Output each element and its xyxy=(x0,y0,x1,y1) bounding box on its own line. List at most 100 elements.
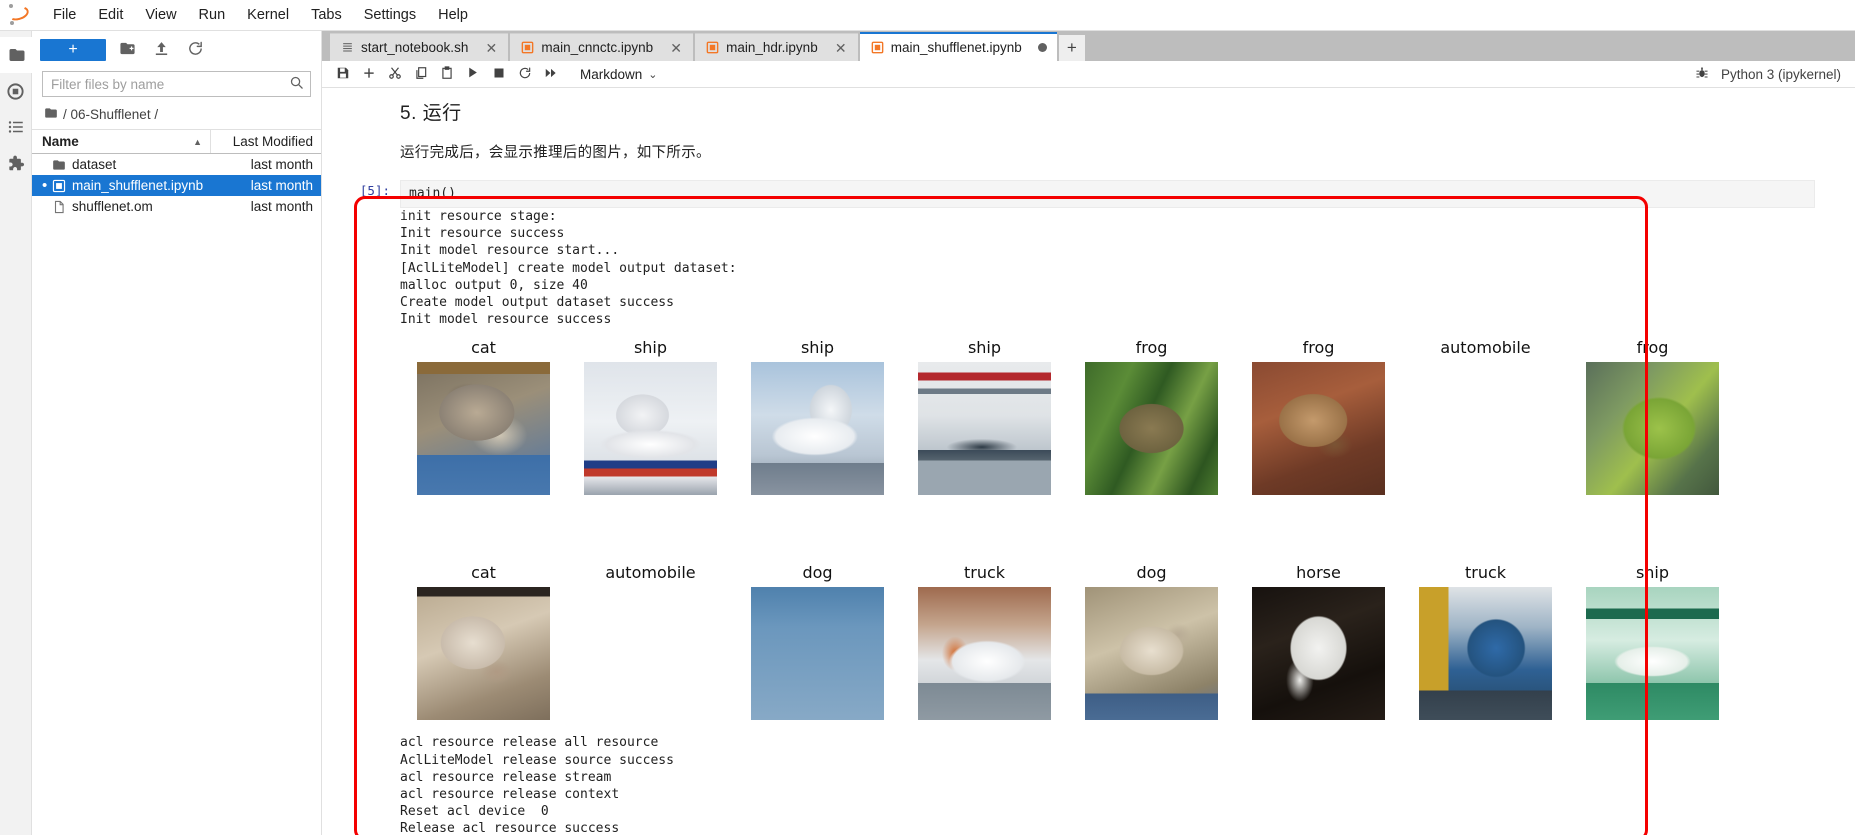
dirty-indicator: • xyxy=(42,176,48,194)
sidebar-item-table-of-contents[interactable] xyxy=(0,109,32,145)
sidebar-item-file-browser[interactable] xyxy=(0,37,32,73)
upload-icon xyxy=(153,40,170,60)
menu-settings[interactable]: Settings xyxy=(353,2,427,28)
image-label: dog xyxy=(802,563,833,583)
stdout-text-tail: acl resource release all resource AclLit… xyxy=(400,735,674,835)
menu-kernel[interactable]: Kernel xyxy=(236,2,300,28)
cell-type-value: Markdown xyxy=(580,66,643,82)
menu-help[interactable]: Help xyxy=(427,2,479,28)
thumbnail-image xyxy=(1586,587,1719,721)
file-list: dataset last month • main_shufflenet.ipy… xyxy=(32,154,321,835)
image-label: dog xyxy=(1136,563,1167,583)
upload-files-button[interactable] xyxy=(148,38,174,62)
interrupt-kernel-button[interactable] xyxy=(486,62,511,86)
menu-view[interactable]: View xyxy=(134,2,187,28)
kernel-busy-icon[interactable] xyxy=(1695,66,1709,83)
inference-image-item: ship xyxy=(567,338,734,496)
tab-label: main_shufflenet.ipynb xyxy=(890,40,1022,55)
inference-image-item: cat xyxy=(400,563,567,721)
menu-edit[interactable]: Edit xyxy=(87,2,134,28)
save-button[interactable] xyxy=(330,62,355,86)
thumbnail-image xyxy=(918,362,1051,496)
breadcrumb[interactable]: / 06-Shufflenet / xyxy=(32,101,321,129)
kernel-name[interactable]: Python 3 (ipykernel) xyxy=(1721,67,1841,82)
close-icon[interactable]: ✕ xyxy=(834,41,848,55)
stdout-text-head: init resource stage: Init resource succe… xyxy=(400,209,737,328)
tab-start-notebook-sh[interactable]: start_notebook.sh ✕ xyxy=(330,33,509,61)
page-title: 5. 运行 xyxy=(400,103,462,124)
code-cell[interactable]: [5]: main() xyxy=(322,180,1855,208)
column-header-last-modified[interactable]: Last Modified xyxy=(211,134,321,149)
run-cell-button[interactable] xyxy=(460,62,485,86)
restart-and-run-all-button[interactable] xyxy=(538,62,563,86)
close-icon[interactable]: ✕ xyxy=(669,41,683,55)
filter-files-field[interactable] xyxy=(42,71,311,97)
menu-file[interactable]: File xyxy=(42,2,87,28)
menu-run[interactable]: Run xyxy=(188,2,237,28)
image-label: ship xyxy=(800,338,835,358)
code-editor[interactable]: main() xyxy=(400,180,1815,208)
save-icon xyxy=(336,66,350,83)
cut-cells-button[interactable] xyxy=(382,62,407,86)
tab-main-cnnctc-ipynb[interactable]: main_cnnctc.ipynb ✕ xyxy=(510,33,694,61)
search-icon xyxy=(289,75,304,93)
cell-output: init resource stage: Init resource succe… xyxy=(322,208,1855,835)
insert-cell-below-button[interactable] xyxy=(356,62,381,86)
tab-main-hdr-ipynb[interactable]: main_hdr.ipynb ✕ xyxy=(695,33,858,61)
folder-icon xyxy=(8,46,26,64)
thumbnail-image xyxy=(417,587,550,721)
menu-tabs[interactable]: Tabs xyxy=(300,2,353,28)
notebook-icon xyxy=(52,179,72,193)
scissors-icon xyxy=(388,66,402,83)
cell-type-select[interactable]: Markdown ⌄ xyxy=(576,63,662,85)
column-header-name[interactable]: Name ▲ xyxy=(32,130,211,153)
inference-image-item: dog xyxy=(734,563,901,721)
sidebar-item-running-terminals[interactable] xyxy=(0,73,32,109)
notebook-icon xyxy=(706,41,719,54)
image-label: truck xyxy=(963,563,1006,583)
new-launcher-button[interactable]: + xyxy=(40,38,106,61)
copy-icon xyxy=(414,66,428,83)
image-label: cat xyxy=(471,563,496,583)
close-icon[interactable]: ✕ xyxy=(484,41,498,55)
list-item[interactable]: dataset last month xyxy=(32,154,321,175)
inference-image-item: automobile xyxy=(1402,338,1569,495)
sidebar-item-extension-manager[interactable] xyxy=(0,145,32,181)
markdown-cell[interactable]: 5. 运行 运行完成后，会显示推理后的图片，如下所示。 xyxy=(322,98,1855,162)
tab-main-shufflenet-ipynb[interactable]: main_shufflenet.ipynb xyxy=(859,32,1057,61)
inference-image-item: automobile xyxy=(567,563,734,720)
new-folder-icon xyxy=(119,40,136,60)
file-browser-panel: + Filter files by name / 06-Shufflenet /… xyxy=(32,31,322,835)
image-label: frog xyxy=(1135,338,1168,358)
inference-image-item: dog xyxy=(1068,563,1235,721)
stop-square-icon xyxy=(493,66,505,82)
image-label: cat xyxy=(471,338,496,358)
paste-cells-button[interactable] xyxy=(434,62,459,86)
paste-icon xyxy=(440,65,454,83)
inference-image-item: frog xyxy=(1569,338,1736,496)
thumbnail-image xyxy=(417,362,550,496)
restart-kernel-button[interactable] xyxy=(512,62,537,86)
notebook-icon xyxy=(871,41,884,54)
thumbnail-image xyxy=(1085,362,1218,496)
fast-forward-icon xyxy=(544,66,558,83)
notebook-icon xyxy=(521,41,534,54)
inference-image-item: cat xyxy=(400,338,567,496)
copy-cells-button[interactable] xyxy=(408,62,433,86)
refresh-file-list-button[interactable] xyxy=(182,38,208,62)
image-label: frog xyxy=(1302,338,1335,358)
list-item[interactable]: shufflenet.om last month xyxy=(32,196,321,217)
notebook-panel: 5. 运行 运行完成后，会显示推理后的图片，如下所示。 [5]: main() … xyxy=(322,88,1855,835)
image-label: horse xyxy=(1296,563,1341,583)
new-tab-button[interactable]: + xyxy=(1058,35,1085,61)
search-input[interactable] xyxy=(51,76,289,92)
unsaved-changes-indicator[interactable] xyxy=(1037,43,1047,52)
activity-bar xyxy=(0,31,32,835)
new-folder-button[interactable] xyxy=(114,38,140,62)
menu-bar: File Edit View Run Kernel Tabs Settings … xyxy=(0,0,1855,31)
image-label: automobile xyxy=(1440,338,1531,358)
thumbnail-image xyxy=(751,587,884,721)
inference-image-item: ship xyxy=(901,338,1068,496)
inference-image-row: cat ship ship ship frog frog automobile … xyxy=(400,338,1815,496)
list-item[interactable]: • main_shufflenet.ipynb last month xyxy=(32,175,321,196)
